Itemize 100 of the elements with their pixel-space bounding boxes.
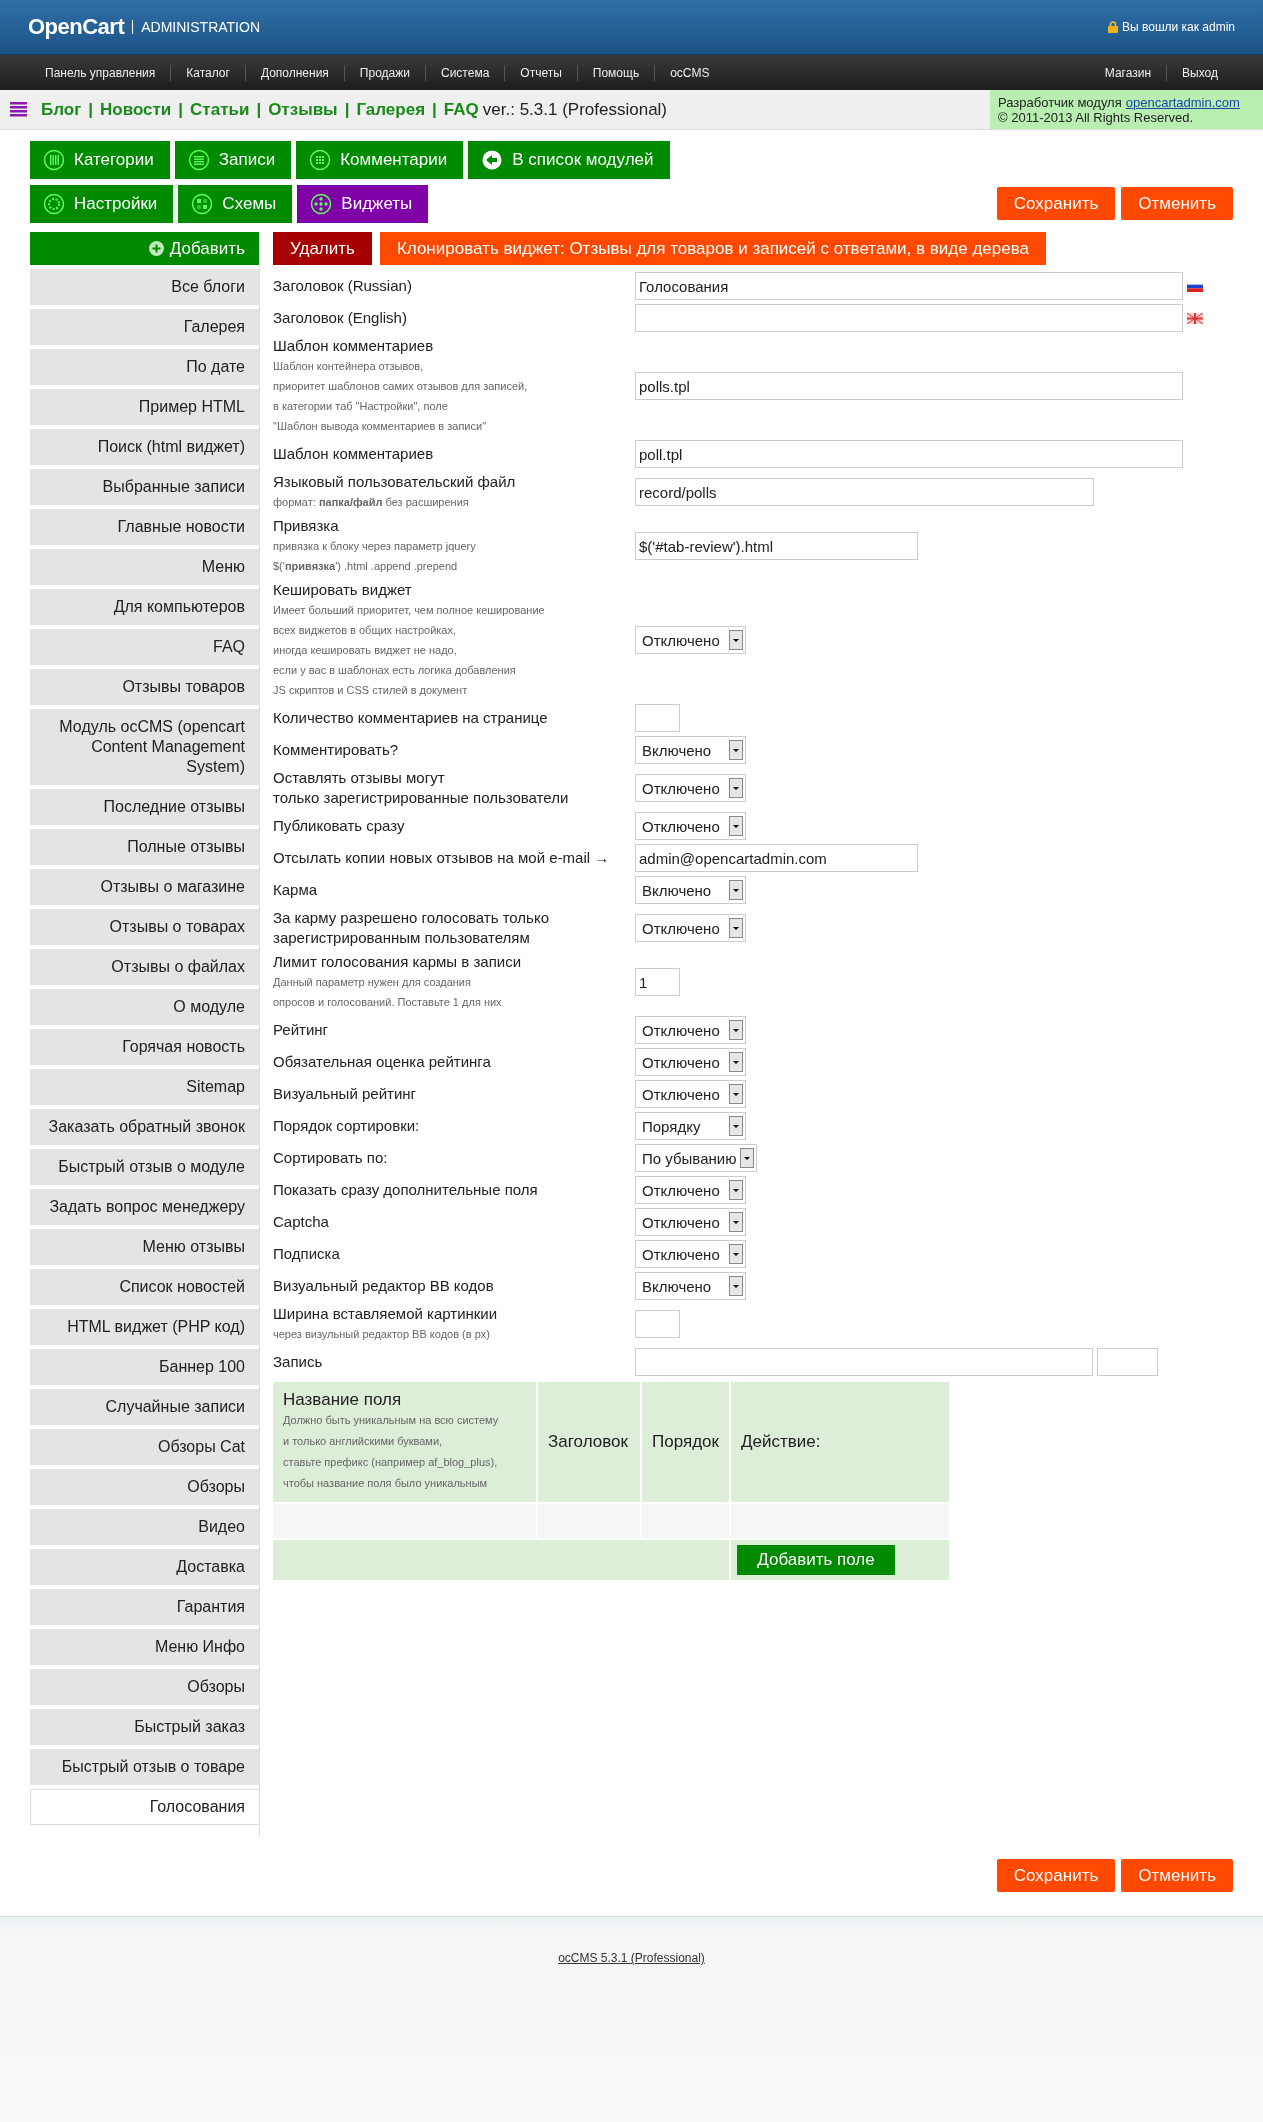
dot-grid-icon: [309, 149, 332, 171]
sidebar-item[interactable]: Sitemap: [30, 1069, 259, 1105]
sidebar-item[interactable]: Последние отзывы: [30, 789, 259, 825]
sidebar-item[interactable]: Заказать обратный звонок: [30, 1109, 259, 1145]
text-field[interactable]: [635, 704, 680, 732]
text-field[interactable]: Голосования: [635, 272, 1183, 300]
sidebar-item[interactable]: Горячая новость: [30, 1029, 259, 1065]
sidebar-item[interactable]: О модуле: [30, 989, 259, 1025]
sidebar-item[interactable]: Все блоги: [30, 269, 259, 305]
dropdown[interactable]: Отключено: [635, 1176, 746, 1204]
module-tab[interactable]: Комментарии: [296, 141, 464, 179]
text-field[interactable]: [1097, 1348, 1158, 1376]
dropdown[interactable]: Отключено: [635, 1080, 746, 1108]
sidebar-item[interactable]: Отзывы о магазине: [30, 869, 259, 905]
module-tab[interactable]: В список модулей: [468, 141, 670, 179]
module-tab[interactable]: Категории: [30, 141, 170, 179]
sidebar-item[interactable]: Обзоры Cat: [30, 1429, 259, 1465]
field-label: Языковый пользовательский файл: [273, 472, 517, 492]
dropdown[interactable]: Отключено: [635, 626, 746, 654]
text-field[interactable]: 1: [635, 968, 680, 996]
breadcrumb-link[interactable]: Статьи: [190, 99, 250, 120]
dropdown[interactable]: Отключено: [635, 812, 746, 840]
module-tab[interactable]: Записи: [174, 141, 292, 179]
nav-item[interactable]: Дополнения: [244, 64, 344, 81]
sidebar-item[interactable]: Поиск (html виджет): [30, 429, 259, 465]
text-field[interactable]: record/polls: [635, 478, 1094, 506]
sidebar-item[interactable]: Доставка: [30, 1549, 259, 1585]
sidebar-item[interactable]: Главные новости: [30, 509, 259, 545]
sidebar-item[interactable]: Гарантия: [30, 1589, 259, 1625]
developer-link[interactable]: opencartadmin.com: [1125, 94, 1240, 110]
dropdown[interactable]: Отключено: [635, 774, 746, 802]
nav-item[interactable]: Отчеты: [504, 64, 577, 81]
dropdown[interactable]: Отключено: [635, 1240, 746, 1268]
sidebar-item[interactable]: Задать вопрос менеджеру: [30, 1189, 259, 1225]
text-field[interactable]: [635, 1310, 680, 1338]
sidebar-item[interactable]: Быстрый заказ: [30, 1709, 259, 1745]
sidebar-item[interactable]: Выбранные записи: [30, 469, 259, 505]
sidebar-item[interactable]: Пример HTML: [30, 389, 259, 425]
nav-item[interactable]: Продажи: [343, 64, 425, 81]
nav-item[interactable]: ocCMS: [654, 64, 725, 81]
breadcrumb-link[interactable]: Галерея: [356, 99, 426, 120]
sidebar-item[interactable]: Обзоры: [30, 1469, 259, 1505]
sidebar-item[interactable]: Отзывы о файлах: [30, 949, 259, 985]
text-field[interactable]: poll.tpl: [635, 440, 1183, 468]
field-label: Комментировать?: [273, 740, 400, 760]
sidebar-item[interactable]: Баннер 100: [30, 1349, 259, 1385]
text-field[interactable]: $('#tab-review').html: [635, 532, 918, 560]
sidebar-item[interactable]: Отзывы товаров: [30, 669, 259, 705]
sidebar-item[interactable]: Список новостей: [30, 1269, 259, 1305]
sidebar-item[interactable]: Для компьютеров: [30, 589, 259, 625]
sidebar-item[interactable]: Голосования: [30, 1789, 259, 1825]
sidebar-item[interactable]: Меню: [30, 549, 259, 585]
dropdown[interactable]: Отключено: [635, 1208, 746, 1236]
british-flag-icon: [1187, 312, 1203, 324]
sidebar-item[interactable]: Быстрый отзыв о модуле: [30, 1149, 259, 1185]
sidebar-item[interactable]: Меню отзывы: [30, 1229, 259, 1265]
module-tab[interactable]: Схемы: [178, 185, 293, 223]
dropdown[interactable]: Включено: [635, 876, 746, 904]
nav-item[interactable]: Панель управления: [30, 64, 171, 81]
field-label: Ширина вставляемой картинкии: [273, 1304, 499, 1324]
footer-link[interactable]: ocCMS 5.3.1 (Professional): [558, 1951, 705, 1967]
text-field[interactable]: [635, 1348, 1093, 1376]
dropdown[interactable]: Отключено: [635, 914, 746, 942]
breadcrumb-link[interactable]: Новости: [100, 99, 172, 120]
dropdown[interactable]: Порядку: [635, 1112, 746, 1140]
sidebar-item[interactable]: Случайные записи: [30, 1389, 259, 1425]
delete-button[interactable]: Удалить: [273, 232, 372, 265]
module-tab[interactable]: Виджеты: [297, 185, 429, 223]
lines-icon: [187, 149, 210, 171]
sidebar-item[interactable]: HTML виджет (PHP код): [30, 1309, 259, 1345]
sidebar-item[interactable]: Галерея: [30, 309, 259, 345]
sidebar-item[interactable]: FAQ: [30, 629, 259, 665]
nav-item[interactable]: Каталог: [170, 64, 245, 81]
nav-item[interactable]: Система: [425, 64, 505, 81]
add-field-button[interactable]: Добавить поле: [737, 1545, 895, 1575]
dropdown[interactable]: Включено: [635, 736, 746, 764]
nav-item[interactable]: Выход: [1166, 64, 1233, 81]
add-button[interactable]: Добавить: [30, 232, 259, 265]
sidebar-item[interactable]: Видео: [30, 1509, 259, 1545]
breadcrumb-link[interactable]: FAQ: [443, 99, 479, 120]
sidebar-item[interactable]: Меню Инфо: [30, 1629, 259, 1665]
text-field[interactable]: admin@opencartadmin.com: [635, 844, 918, 872]
sidebar-item[interactable]: По дате: [30, 349, 259, 385]
developer-label: Разработчик модуля: [998, 94, 1122, 110]
dropdown[interactable]: Включено: [635, 1272, 746, 1300]
sidebar-item[interactable]: Обзоры: [30, 1669, 259, 1705]
dropdown[interactable]: По убыванию: [635, 1144, 758, 1172]
breadcrumb-link[interactable]: Блог: [41, 99, 82, 120]
dropdown[interactable]: Отключено: [635, 1016, 746, 1044]
sidebar-item[interactable]: Полные отзывы: [30, 829, 259, 865]
dropdown[interactable]: Отключено: [635, 1048, 746, 1076]
module-tab[interactable]: Настройки: [30, 185, 174, 223]
text-field[interactable]: polls.tpl: [635, 372, 1183, 400]
nav-item[interactable]: Помощь: [576, 64, 655, 81]
breadcrumb-link[interactable]: Отзывы: [268, 99, 338, 120]
sidebar-item[interactable]: Отзывы о товарах: [30, 909, 259, 945]
sidebar-item[interactable]: Быстрый отзыв о товаре: [30, 1749, 259, 1785]
nav-item[interactable]: Магазин: [1089, 64, 1167, 81]
sidebar-item[interactable]: Модуль ocCMS (opencart Content Management System): [30, 709, 259, 785]
text-field[interactable]: [635, 304, 1183, 332]
